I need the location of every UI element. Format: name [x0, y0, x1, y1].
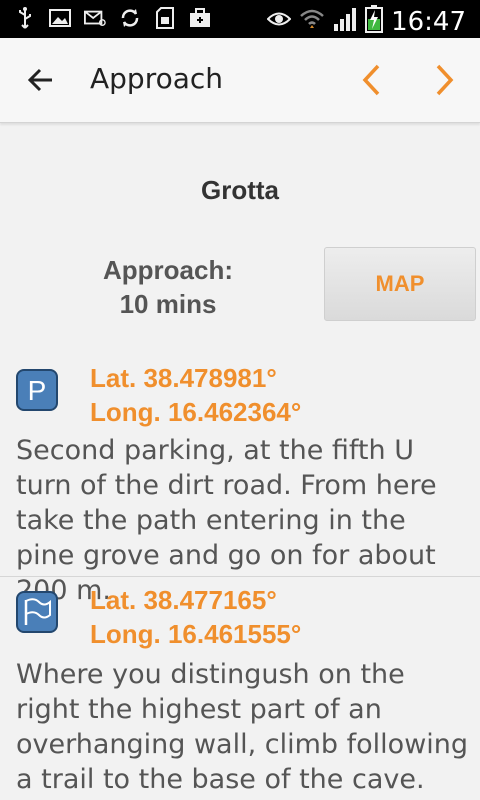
sync-icon — [119, 8, 141, 28]
parking-icon: P — [16, 369, 58, 411]
latitude: Lat. 38.478981° — [90, 363, 277, 393]
page-title: Approach — [90, 62, 224, 95]
sd-card-icon — [154, 7, 176, 29]
eye-icon — [266, 10, 292, 33]
point-description: Where you distingush on the right the hi… — [16, 659, 469, 795]
status-bar: 16:47 — [0, 0, 480, 38]
previous-chevron-icon[interactable] — [356, 58, 388, 102]
wifi-icon — [299, 6, 325, 37]
signal-icon — [333, 6, 357, 37]
back-arrow-icon[interactable] — [22, 60, 62, 100]
next-chevron-icon[interactable] — [428, 58, 460, 102]
mail-icon — [84, 8, 106, 28]
image-icon — [49, 8, 71, 28]
approach-label: Approach: — [103, 255, 233, 285]
approach-time: 10 mins — [119, 289, 217, 319]
latitude: Lat. 38.477165° — [90, 585, 277, 615]
svg-text:P: P — [28, 375, 47, 406]
approach-info: Approach: 10 mins — [80, 253, 256, 321]
system-icons: 16:47 — [266, 5, 466, 38]
divider — [0, 576, 480, 577]
usb-icon — [14, 7, 36, 29]
sector-name: Grotta — [201, 175, 279, 205]
app-bar: Approach — [0, 38, 480, 123]
flag-icon — [16, 591, 58, 633]
battery-charging-icon — [365, 5, 384, 38]
approach-content: Grotta Approach: 10 mins MAP P Lat. 38.4… — [0, 123, 480, 800]
clock: 16:47 — [391, 6, 466, 37]
briefcase-icon — [189, 8, 211, 28]
notification-icons — [14, 7, 211, 29]
map-button[interactable]: MAP — [324, 247, 476, 321]
longitude: Long. 16.462364° — [90, 397, 302, 427]
point-description: Second parking, at the fifth U turn of t… — [16, 435, 437, 606]
longitude: Long. 16.461555° — [90, 619, 302, 649]
